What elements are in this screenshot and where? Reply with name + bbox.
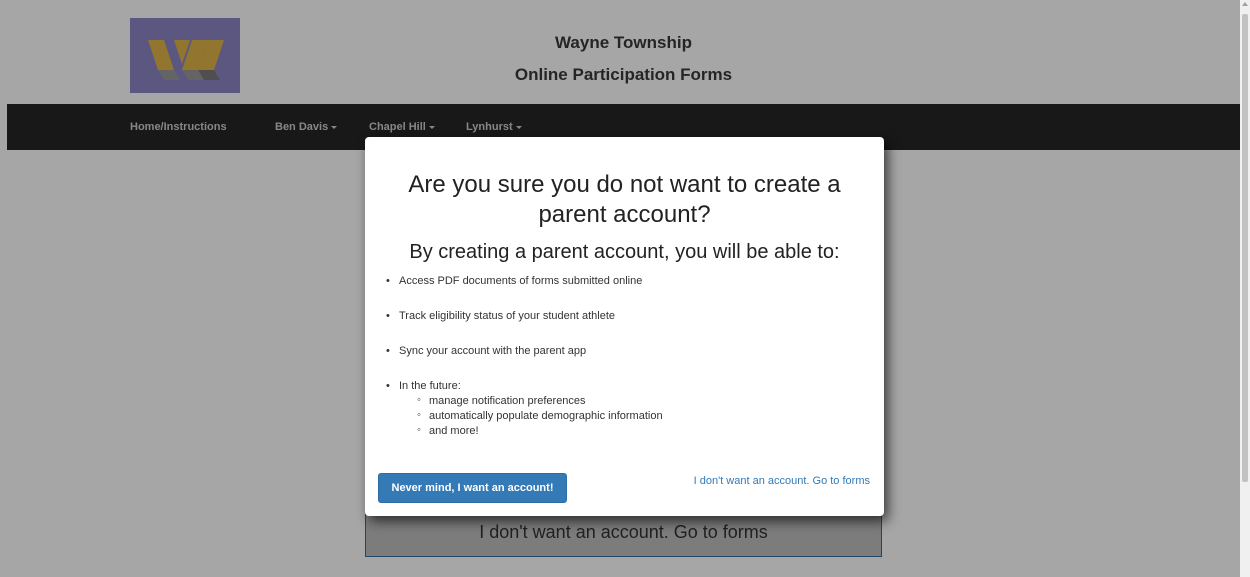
list-sub-item: manage notification preferences [417,394,586,407]
want-account-button[interactable]: Never mind, I want an account! [378,473,567,503]
vertical-scrollbar[interactable] [1240,0,1250,577]
list-item: In the future: [386,380,461,392]
list-sub-item: automatically populate demographic infor… [417,409,663,422]
list-item: Track eligibility status of your student… [386,310,615,322]
scrollbar-thumb[interactable] [1242,14,1248,482]
modal-subtitle: By creating a parent account, you will b… [409,241,840,263]
list-item: Sync your account with the parent app [386,345,586,357]
browser-viewport: Wayne Township Online Participation Form… [0,0,1250,577]
scroll-up-arrow-icon[interactable] [1242,2,1248,6]
modal-title: Are you sure you do not want to create a… [408,171,841,228]
list-item: Access PDF documents of forms submitted … [386,275,642,287]
confirm-no-account-modal: Are you sure you do not want to create a… [365,137,884,516]
list-sub-item: and more! [417,424,478,437]
go-to-forms-link[interactable]: I don't want an account. Go to forms [694,475,870,487]
